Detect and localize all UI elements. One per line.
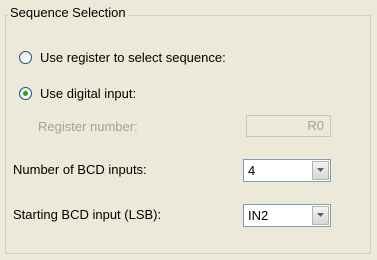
- use-register-radio[interactable]: [19, 50, 32, 64]
- use-register-label[interactable]: Use register to select sequence:: [40, 50, 226, 65]
- bcd-inputs-label: Number of BCD inputs:: [13, 162, 147, 177]
- starting-bcd-label: Starting BCD input (LSB):: [13, 207, 162, 222]
- bcd-inputs-dropdown-button[interactable]: [312, 161, 329, 180]
- chevron-down-icon: [317, 213, 324, 217]
- group-title: Sequence Selection: [8, 5, 128, 21]
- starting-bcd-select[interactable]: IN2: [243, 204, 331, 227]
- starting-bcd-value: IN2: [248, 208, 269, 223]
- bcd-inputs-select[interactable]: 4: [243, 159, 331, 182]
- use-register-radio-option[interactable]: Use register to select sequence:: [19, 47, 226, 67]
- use-digital-label[interactable]: Use digital input:: [40, 86, 136, 101]
- starting-bcd-dropdown-button[interactable]: [312, 206, 329, 225]
- use-digital-radio-option[interactable]: Use digital input:: [19, 83, 136, 103]
- register-number-field[interactable]: R0: [246, 115, 331, 137]
- use-digital-radio[interactable]: [19, 86, 32, 100]
- bcd-inputs-value: 4: [248, 163, 256, 178]
- register-number-label: Register number:: [38, 119, 138, 134]
- chevron-down-icon: [317, 168, 324, 172]
